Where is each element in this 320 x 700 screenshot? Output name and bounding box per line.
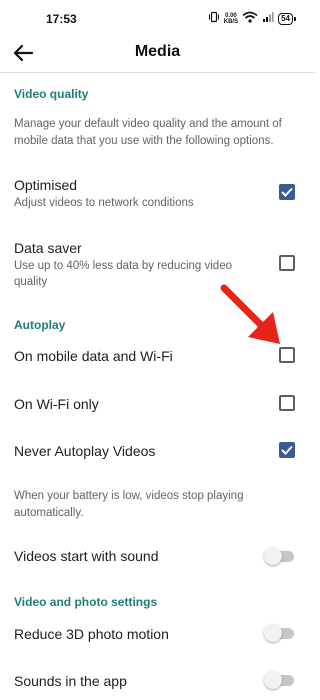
check-icon [281,187,293,197]
section-header-autoplay: Autoplay [14,318,66,332]
never-autoplay-checkbox[interactable] [279,442,295,458]
status-bar: 17:53 0.00 KB/S 54 [0,0,315,36]
section-header-video-quality: Video quality [14,87,89,101]
toggle-thumb [264,624,282,642]
toggle-thumb [264,547,282,565]
sounds-in-app-label: Sounds in the app [14,673,127,689]
reduce-3d-toggle[interactable] [264,623,296,643]
status-time: 17:53 [46,12,77,26]
annotation-arrow-icon [220,284,280,344]
data-saver-title: Data saver [14,240,82,256]
data-saver-checkbox[interactable] [279,255,295,271]
videos-sound-toggle[interactable] [264,546,296,566]
wifi-only-checkbox[interactable] [279,395,295,411]
battery-note: When your battery is low, videos stop pl… [14,490,244,519]
wifi-only-label: On Wi-Fi only [14,396,99,412]
app-bar: Media [0,36,315,70]
never-autoplay-label: Never Autoplay Videos [14,443,156,459]
section-header-video-photo: Video and photo settings [14,595,158,609]
network-speed: 0.00 KB/S [224,13,238,25]
signal-icon [262,10,274,28]
video-quality-description: Manage your default video quality and th… [14,118,282,147]
sounds-in-app-toggle[interactable] [264,670,296,690]
wifi-icon [242,10,258,28]
optimised-subtitle: Adjust videos to network conditions [14,197,194,209]
speed-unit: KB/S [223,19,239,25]
header-divider [0,72,315,73]
battery-icon: 54 [278,13,296,25]
optimised-title: Optimised [14,177,78,193]
reduce-3d-label: Reduce 3D photo motion [14,626,169,642]
check-icon [281,445,293,455]
videos-sound-label: Videos start with sound [14,548,159,564]
vibrate-icon [208,10,220,28]
optimised-checkbox[interactable] [279,184,295,200]
mobile-data-wifi-label: On mobile data and Wi-Fi [14,348,173,364]
toggle-thumb [264,671,282,689]
page-title: Media [134,43,181,60]
status-icons: 0.00 KB/S 54 [208,10,296,28]
